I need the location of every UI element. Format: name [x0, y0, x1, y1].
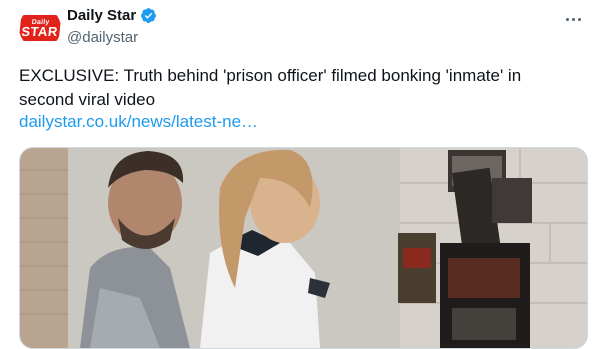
video-thumbnail[interactable]: [19, 147, 588, 349]
author-handle[interactable]: @dailystar: [67, 29, 138, 46]
author-name-row: Daily Star: [67, 7, 157, 24]
verified-badge-icon: [141, 8, 157, 23]
tweet-text: EXCLUSIVE: Truth behind 'prison officer'…: [19, 66, 522, 109]
daily-star-logo: Daily STAR: [19, 15, 61, 41]
avatar[interactable]: Daily STAR: [19, 7, 61, 49]
more-options-icon[interactable]: [562, 8, 584, 30]
article-link[interactable]: dailystar.co.uk/news/latest-ne…: [19, 110, 258, 134]
logo-line-2: STAR: [20, 23, 59, 39]
video-frame-image: [20, 148, 587, 348]
author-display-name[interactable]: Daily Star: [67, 7, 136, 24]
